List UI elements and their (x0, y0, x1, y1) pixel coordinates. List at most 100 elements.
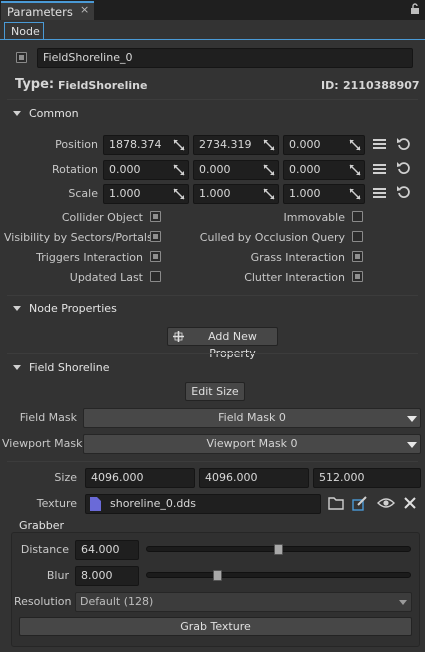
separator (7, 295, 418, 296)
id-value: 2110388907 (343, 79, 420, 92)
drag-value-icon[interactable] (263, 164, 275, 176)
visibility-sectors-checkbox[interactable] (150, 231, 161, 242)
size-label: Size (54, 471, 77, 484)
grab-texture-button[interactable]: Grab Texture (19, 617, 412, 636)
resolution-value: Default (128) (80, 595, 154, 608)
blur-label: Blur (46, 569, 69, 582)
collapse-triangle-icon[interactable] (13, 365, 21, 370)
updated-last-checkbox[interactable] (150, 271, 161, 282)
eye-icon[interactable] (377, 497, 395, 509)
drag-value-icon[interactable] (263, 139, 275, 151)
resolution-dropdown[interactable]: Default (128) (75, 592, 412, 612)
drag-value-icon[interactable] (349, 139, 361, 151)
folder-icon[interactable] (328, 496, 344, 510)
subtab-node-label: Node (11, 25, 40, 38)
size-x-field[interactable]: 4096.000 (85, 468, 195, 488)
viewport-mask-label: Viewport Mask (2, 437, 83, 450)
drag-value-icon[interactable] (349, 164, 361, 176)
scale-menu-icon[interactable] (373, 188, 386, 199)
distance-slider-thumb[interactable] (274, 544, 283, 555)
rotation-menu-icon[interactable] (373, 164, 386, 175)
distance-field[interactable]: 64.000 (75, 540, 139, 560)
id-label: ID: (321, 79, 339, 92)
drag-value-icon[interactable] (173, 188, 185, 200)
flag-label-immovable: Immovable (283, 211, 345, 224)
field-mask-label: Field Mask (19, 411, 77, 424)
rotation-x-value: 0.000 (109, 163, 141, 176)
distance-label: Distance (20, 543, 69, 556)
enabled-checkbox[interactable] (16, 52, 27, 63)
close-tab-icon[interactable]: × (80, 3, 90, 16)
grass-interaction-checkbox[interactable] (352, 251, 363, 262)
blur-value: 8.000 (81, 569, 113, 582)
flag-label-visibility-sectors: Visibility by Sectors/Portals (4, 231, 153, 244)
type-value: FieldShoreline (58, 79, 148, 92)
position-label: Position (55, 138, 98, 151)
resolution-label: Resolution (14, 595, 72, 608)
edit-size-button[interactable]: Edit Size (185, 382, 245, 401)
drag-value-icon[interactable] (173, 164, 185, 176)
field-mask-value: Field Mask 0 (218, 411, 286, 424)
edit-texture-icon[interactable] (352, 495, 368, 511)
size-y-field[interactable]: 4096.000 (199, 468, 309, 488)
field-mask-dropdown[interactable]: Field Mask 0 (83, 408, 421, 428)
flag-label-collider-object: Collider Object (61, 211, 143, 224)
position-y-value: 2734.319 (199, 138, 252, 151)
drag-value-icon[interactable] (173, 139, 185, 151)
dropdown-arrow-icon (407, 416, 417, 422)
clear-texture-icon[interactable] (404, 497, 416, 509)
immovable-checkbox[interactable] (352, 211, 363, 222)
flag-label-updated-last: Updated Last (69, 271, 143, 284)
panel-divider (0, 39, 425, 40)
culled-occlusion-checkbox[interactable] (352, 231, 363, 242)
size-z-field[interactable]: 512.000 (313, 468, 421, 488)
drag-value-icon[interactable] (349, 188, 361, 200)
separator (7, 99, 418, 100)
lock-icon[interactable] (410, 3, 420, 15)
blur-slider-track[interactable] (146, 572, 411, 578)
scale-reset-icon[interactable] (396, 184, 412, 200)
rotation-y-value: 0.000 (199, 163, 231, 176)
separator (7, 353, 418, 354)
viewport-mask-dropdown[interactable]: Viewport Mask 0 (83, 434, 421, 454)
size-y-value: 4096.000 (205, 471, 258, 484)
blur-slider-thumb[interactable] (212, 570, 222, 581)
distance-value: 64.000 (81, 543, 120, 556)
position-reset-icon[interactable] (396, 136, 412, 152)
tab-parameters-label: Parameters (7, 5, 73, 19)
texture-field[interactable]: shoreline_0.dds (85, 494, 321, 514)
position-menu-icon[interactable] (373, 139, 386, 150)
section-title-field-shoreline: Field Shoreline (29, 361, 110, 374)
add-new-property-button[interactable]: Add New Property (167, 327, 278, 360)
blur-field[interactable]: 8.000 (75, 566, 139, 586)
clutter-interaction-checkbox[interactable] (352, 271, 363, 282)
texture-file-icon (90, 497, 101, 511)
scale-z-value: 1.000 (289, 187, 321, 200)
drag-value-icon[interactable] (263, 188, 275, 200)
collapse-triangle-icon[interactable] (13, 306, 21, 311)
type-label: Type: (15, 77, 55, 92)
flag-label-clutter-interaction: Clutter Interaction (244, 271, 345, 284)
scale-x-value: 1.000 (109, 187, 141, 200)
scale-label: Scale (68, 187, 98, 200)
flag-label-culled-occlusion: Culled by Occlusion Query (199, 231, 345, 244)
viewport-mask-value: Viewport Mask 0 (206, 437, 298, 450)
subtab-node[interactable]: Node (4, 22, 44, 40)
grabber-title: Grabber (19, 519, 65, 532)
collider-object-checkbox[interactable] (150, 211, 161, 222)
flag-label-grass-interaction: Grass Interaction (250, 251, 345, 264)
add-new-property-label: Add New Property (208, 330, 257, 360)
flag-label-triggers-interaction: Triggers Interaction (36, 251, 143, 264)
separator (7, 461, 418, 462)
section-title-common: Common (29, 107, 79, 120)
collapse-triangle-icon[interactable] (13, 111, 21, 116)
add-property-icon (173, 331, 184, 342)
position-z-value: 0.000 (289, 138, 321, 151)
size-z-value: 512.000 (319, 471, 365, 484)
rotation-reset-icon[interactable] (396, 160, 412, 176)
texture-label: Texture (36, 497, 77, 510)
dropdown-arrow-icon (399, 600, 407, 605)
triggers-interaction-checkbox[interactable] (150, 251, 161, 262)
rotation-z-value: 0.000 (289, 163, 321, 176)
node-name-input[interactable]: FieldShoreline_0 (37, 48, 413, 68)
